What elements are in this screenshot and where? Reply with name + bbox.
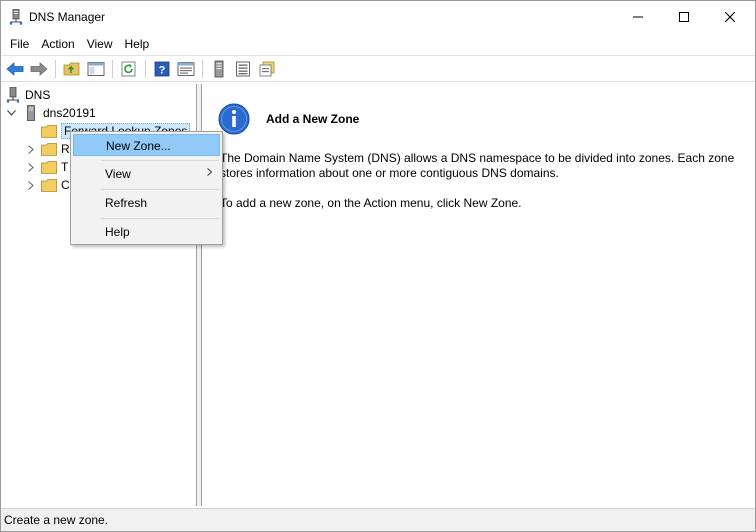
tree-label: DNS <box>25 88 51 102</box>
menu-separator <box>101 160 219 161</box>
chevron-right-icon[interactable] <box>25 158 37 176</box>
folder-icon <box>41 159 57 175</box>
menu-action[interactable]: Action <box>35 34 80 54</box>
help-icon[interactable]: ? <box>151 58 173 80</box>
menu-view[interactable]: View <box>81 34 119 54</box>
description-line: The Domain Name System (DNS) allows a DN… <box>220 151 735 165</box>
tree-label: T <box>61 160 69 174</box>
folder-icon <box>41 177 57 193</box>
list-icon[interactable] <box>232 58 254 80</box>
tree-label: R <box>61 142 70 156</box>
description-line: stores information about one or more con… <box>220 166 559 180</box>
menu-item-refresh[interactable]: Refresh <box>73 192 220 214</box>
toolbar: ? <box>1 55 755 82</box>
description-paragraph: The Domain Name System (DNS) allows a DN… <box>220 151 740 181</box>
menu-bar: File Action View Help <box>1 33 755 55</box>
tree-label: dns20191 <box>43 106 96 120</box>
dns-manager-window: DNS Manager File Action View Help ? DNS … <box>0 0 756 532</box>
tree-label: C <box>61 178 70 192</box>
chevron-right-icon[interactable] <box>25 176 37 194</box>
page-title: Add a New Zone <box>266 112 360 126</box>
menu-item-view[interactable]: View <box>73 163 220 185</box>
menu-item-new-zone[interactable]: New Zone... <box>73 134 220 156</box>
maximize-button[interactable] <box>661 1 707 33</box>
chevron-down-icon[interactable] <box>5 104 17 122</box>
menu-item-label: View <box>105 167 131 181</box>
tree-item-server[interactable]: dns20191 <box>5 104 96 122</box>
close-button[interactable] <box>707 1 753 33</box>
menu-separator <box>101 189 219 190</box>
menu-separator <box>101 218 219 219</box>
toolbar-separator <box>145 59 146 78</box>
chevron-right-icon[interactable] <box>25 140 37 158</box>
tree-item-reverse-lookup-zones[interactable]: R <box>25 140 70 158</box>
menu-help[interactable]: Help <box>119 34 156 54</box>
show-hide-console-tree-icon[interactable] <box>85 58 107 80</box>
minimize-button[interactable] <box>615 1 661 33</box>
folder-icon <box>41 141 57 157</box>
tree-item-dns[interactable]: DNS <box>5 86 50 104</box>
submenu-arrow-icon <box>207 163 213 185</box>
status-bar: Create a new zone. <box>1 508 755 531</box>
toolbar-separator <box>112 59 113 78</box>
details-pane: Add a New Zone The Domain Name System (D… <box>201 84 755 506</box>
toolbar-separator <box>202 59 203 78</box>
dns-icon <box>5 87 21 103</box>
properties-icon[interactable] <box>175 58 197 80</box>
tree-item-conditional-forwarders[interactable]: C <box>25 176 70 194</box>
menu-item-help[interactable]: Help <box>73 221 220 243</box>
refresh-icon[interactable] <box>118 58 140 80</box>
server-icon <box>23 105 39 121</box>
folder-icon <box>41 123 57 139</box>
toolbar-separator <box>55 59 56 78</box>
tree-item-trust-points[interactable]: T <box>25 158 68 176</box>
forward-icon[interactable] <box>28 58 50 80</box>
instruction-paragraph: To add a new zone, on the Action menu, c… <box>220 196 522 210</box>
back-icon[interactable] <box>4 58 26 80</box>
menu-file[interactable]: File <box>4 34 35 54</box>
svg-text:?: ? <box>159 64 166 76</box>
context-menu: New Zone... View Refresh Help <box>70 131 223 245</box>
dns-app-icon <box>9 8 23 25</box>
server-icon[interactable] <box>208 58 230 80</box>
up-folder-icon[interactable] <box>61 58 83 80</box>
window-title: DNS Manager <box>29 10 106 24</box>
title-bar: DNS Manager <box>1 1 755 33</box>
zones-icon[interactable] <box>256 58 278 80</box>
